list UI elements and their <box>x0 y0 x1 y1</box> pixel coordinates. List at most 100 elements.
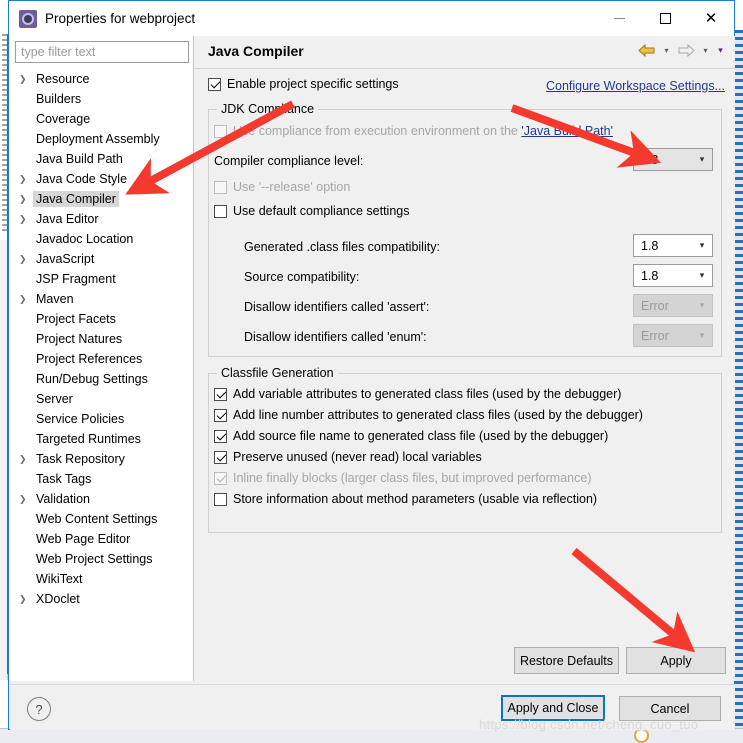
sidebar-item-label: Web Page Editor <box>36 532 131 546</box>
checkbox-icon <box>214 125 227 138</box>
filter-input[interactable]: type filter text <box>15 41 189 63</box>
sidebar-item-label: XDoclet <box>36 592 80 606</box>
sidebar-item-wikitext[interactable]: WikiText <box>10 569 193 589</box>
chevron-right-icon[interactable]: ❯ <box>19 254 33 264</box>
help-button[interactable]: ? <box>27 697 51 721</box>
chevron-right-icon[interactable]: ❯ <box>19 74 33 84</box>
chevron-right-icon[interactable]: ❯ <box>19 294 33 304</box>
jdk-compliance-group-title: JDK Compliance <box>217 102 319 116</box>
classfile-option-label: Store information about method parameter… <box>233 492 598 506</box>
page-title: Java Compiler <box>208 43 304 59</box>
sidebar-item-web-page-editor[interactable]: Web Page Editor <box>10 529 193 549</box>
use-execution-environment-checkbox[interactable]: Use compliance from execution environmen… <box>214 124 613 139</box>
forward-arrow-icon[interactable] <box>675 40 697 60</box>
maximize-button[interactable] <box>642 1 688 36</box>
page-navigation: ▾ ▾ ▾ <box>636 40 727 60</box>
enable-project-specific-settings-label: Enable project specific settings <box>227 77 399 91</box>
classfile-option-checkbox[interactable]: Add line number attributes to generated … <box>214 405 643 426</box>
apply-button[interactable]: Apply <box>626 647 726 674</box>
configure-workspace-settings-link[interactable]: Configure Workspace Settings... <box>546 79 725 93</box>
sidebar-item-builders[interactable]: Builders <box>10 89 193 109</box>
classfile-option-label: Preserve unused (never read) local varia… <box>233 450 482 464</box>
classfile-option-checkbox[interactable]: Add variable attributes to generated cla… <box>214 384 643 405</box>
classfile-option-checkbox[interactable]: Store information about method parameter… <box>214 489 643 510</box>
chevron-right-icon[interactable]: ❯ <box>19 194 33 204</box>
sidebar-item-run-debug-settings[interactable]: Run/Debug Settings <box>10 369 193 389</box>
compiler-compliance-level-value: 1.8 <box>641 152 659 167</box>
title-bar: Properties for webproject ✕ <box>9 1 734 36</box>
chevron-right-icon[interactable]: ❯ <box>19 494 33 504</box>
sidebar-item-label: Resource <box>36 72 90 86</box>
sidebar-item-jsp-fragment[interactable]: JSP Fragment <box>10 269 193 289</box>
sidebar-item-xdoclet[interactable]: ❯ XDoclet <box>10 589 193 609</box>
use-release-option-checkbox[interactable]: Use '--release' option <box>214 180 350 195</box>
forward-dropdown-caret-icon[interactable]: ▾ <box>699 40 712 60</box>
sidebar-item-validation[interactable]: ❯ Validation <box>10 489 193 509</box>
sidebar-item-label: Java Code Style <box>36 172 128 186</box>
checkbox-icon <box>214 493 227 506</box>
sidebar-item-targeted-runtimes[interactable]: Targeted Runtimes <box>10 429 193 449</box>
sidebar-item-java-compiler[interactable]: ❯ Java Compiler <box>10 189 193 209</box>
sidebar-item-java-build-path[interactable]: Java Build Path <box>10 149 193 169</box>
back-dropdown-caret-icon[interactable]: ▾ <box>660 40 673 60</box>
compliance-row-label: Source compatibility: <box>244 270 360 284</box>
sidebar-item-javadoc-location[interactable]: Javadoc Location <box>10 229 193 249</box>
checkbox-icon <box>214 430 227 443</box>
java-build-path-link[interactable]: 'Java Build Path' <box>521 124 613 138</box>
enable-project-specific-settings-checkbox[interactable]: Enable project specific settings <box>208 77 399 92</box>
sidebar-item-label: Builders <box>36 92 82 106</box>
sidebar-item-java-code-style[interactable]: ❯ Java Code Style <box>10 169 193 189</box>
sidebar-item-java-editor[interactable]: ❯ Java Editor <box>10 209 193 229</box>
sidebar-item-web-project-settings[interactable]: Web Project Settings <box>10 549 193 569</box>
sidebar-item-maven[interactable]: ❯ Maven <box>10 289 193 309</box>
sidebar-item-web-content-settings[interactable]: Web Content Settings <box>10 509 193 529</box>
settings-tree: ❯ Resource Builders Coverage Deployment Asse… <box>10 69 193 609</box>
page-menu-caret-icon[interactable]: ▾ <box>714 40 727 60</box>
use-default-compliance-settings-checkbox[interactable]: Use default compliance settings <box>214 204 409 219</box>
sidebar-item-deployment-assembly[interactable]: Deployment Assembly <box>10 129 193 149</box>
classfile-option-label: Add variable attributes to generated cla… <box>233 387 622 401</box>
sidebar-item-coverage[interactable]: Coverage <box>10 109 193 129</box>
compliance-row-dropdown: Error ▾ <box>633 324 713 347</box>
sidebar-item-resource[interactable]: ❯ Resource <box>10 69 193 89</box>
chevron-right-icon[interactable]: ❯ <box>19 594 33 604</box>
chevron-right-icon[interactable]: ❯ <box>19 214 33 224</box>
chevron-right-icon[interactable]: ❯ <box>19 454 33 464</box>
compiler-compliance-level-dropdown[interactable]: 1.8 ▾ <box>633 148 713 171</box>
sidebar-item-task-repository[interactable]: ❯ Task Repository <box>10 449 193 469</box>
checkbox-icon <box>214 451 227 464</box>
filter-placeholder: type filter text <box>21 45 96 59</box>
sidebar-item-label: Coverage <box>36 112 91 126</box>
sidebar-item-label: Java Editor <box>36 212 99 226</box>
sidebar-item-label: Project References <box>36 352 143 366</box>
checkbox-icon <box>214 472 227 485</box>
sidebar-item-project-natures[interactable]: Project Natures <box>10 329 193 349</box>
classfile-generation-group-title: Classfile Generation <box>217 366 338 380</box>
compliance-row-dropdown[interactable]: 1.8 ▾ <box>633 264 713 287</box>
sidebar-item-label: Java Compiler <box>33 191 119 207</box>
sidebar-item-service-policies[interactable]: Service Policies <box>10 409 193 429</box>
sidebar-item-project-facets[interactable]: Project Facets <box>10 309 193 329</box>
sidebar-item-server[interactable]: Server <box>10 389 193 409</box>
chevron-right-icon[interactable]: ❯ <box>19 174 33 184</box>
page-header: Java Compiler ▾ ▾ ▾ <box>195 36 735 69</box>
sidebar-item-label: Task Tags <box>36 472 92 486</box>
compliance-row-value: Error <box>641 328 669 343</box>
settings-page-pane: Java Compiler ▾ ▾ ▾ Enable project speci… <box>195 36 735 681</box>
sidebar-item-label: Project Natures <box>36 332 123 346</box>
jdk-compliance-group: JDK Compliance Use compliance from execu… <box>208 102 722 357</box>
back-arrow-icon[interactable] <box>636 40 658 60</box>
sidebar-item-label: Javadoc Location <box>36 232 134 246</box>
classfile-option-checkbox[interactable]: Add source file name to generated class … <box>214 426 643 447</box>
sidebar-item-label: Run/Debug Settings <box>36 372 148 386</box>
sidebar-item-label: Server <box>36 392 73 406</box>
sidebar-item-project-references[interactable]: Project References <box>10 349 193 369</box>
sidebar-item-label: Targeted Runtimes <box>36 432 141 446</box>
sidebar-item-javascript[interactable]: ❯ JavaScript <box>10 249 193 269</box>
sidebar-item-task-tags[interactable]: Task Tags <box>10 469 193 489</box>
minimize-button[interactable] <box>596 1 642 36</box>
compliance-row-dropdown[interactable]: 1.8 ▾ <box>633 234 713 257</box>
classfile-option-checkbox[interactable]: Preserve unused (never read) local varia… <box>214 447 643 468</box>
close-button[interactable]: ✕ <box>688 1 734 36</box>
restore-defaults-button[interactable]: Restore Defaults <box>514 647 619 674</box>
